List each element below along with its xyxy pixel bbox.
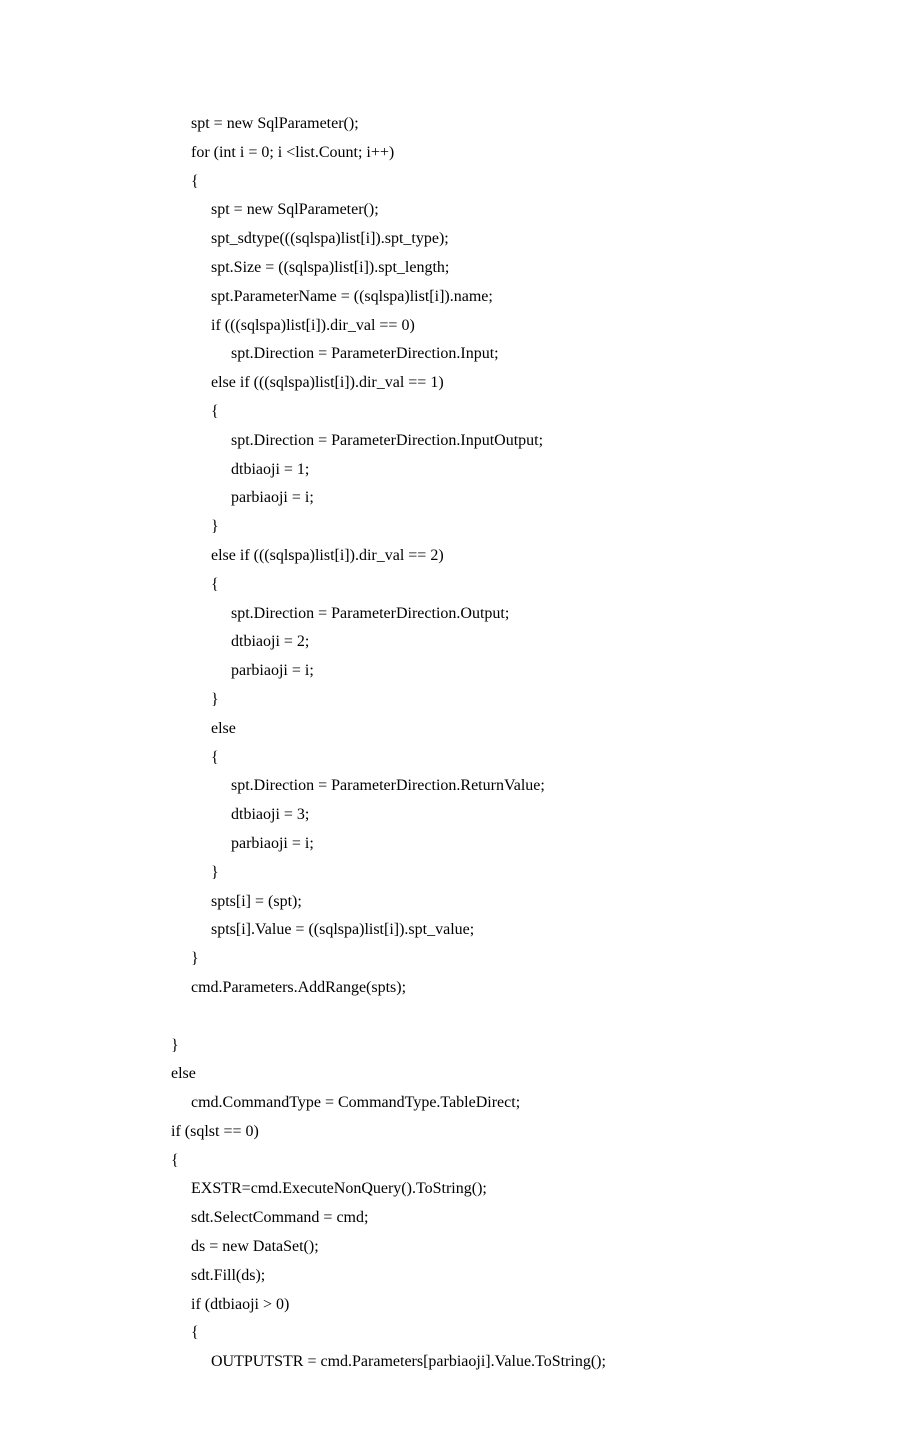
code-block: spt = new SqlParameter(); for (int i = 0…	[155, 110, 820, 1377]
document-page: spt = new SqlParameter(); for (int i = 0…	[0, 0, 920, 1437]
